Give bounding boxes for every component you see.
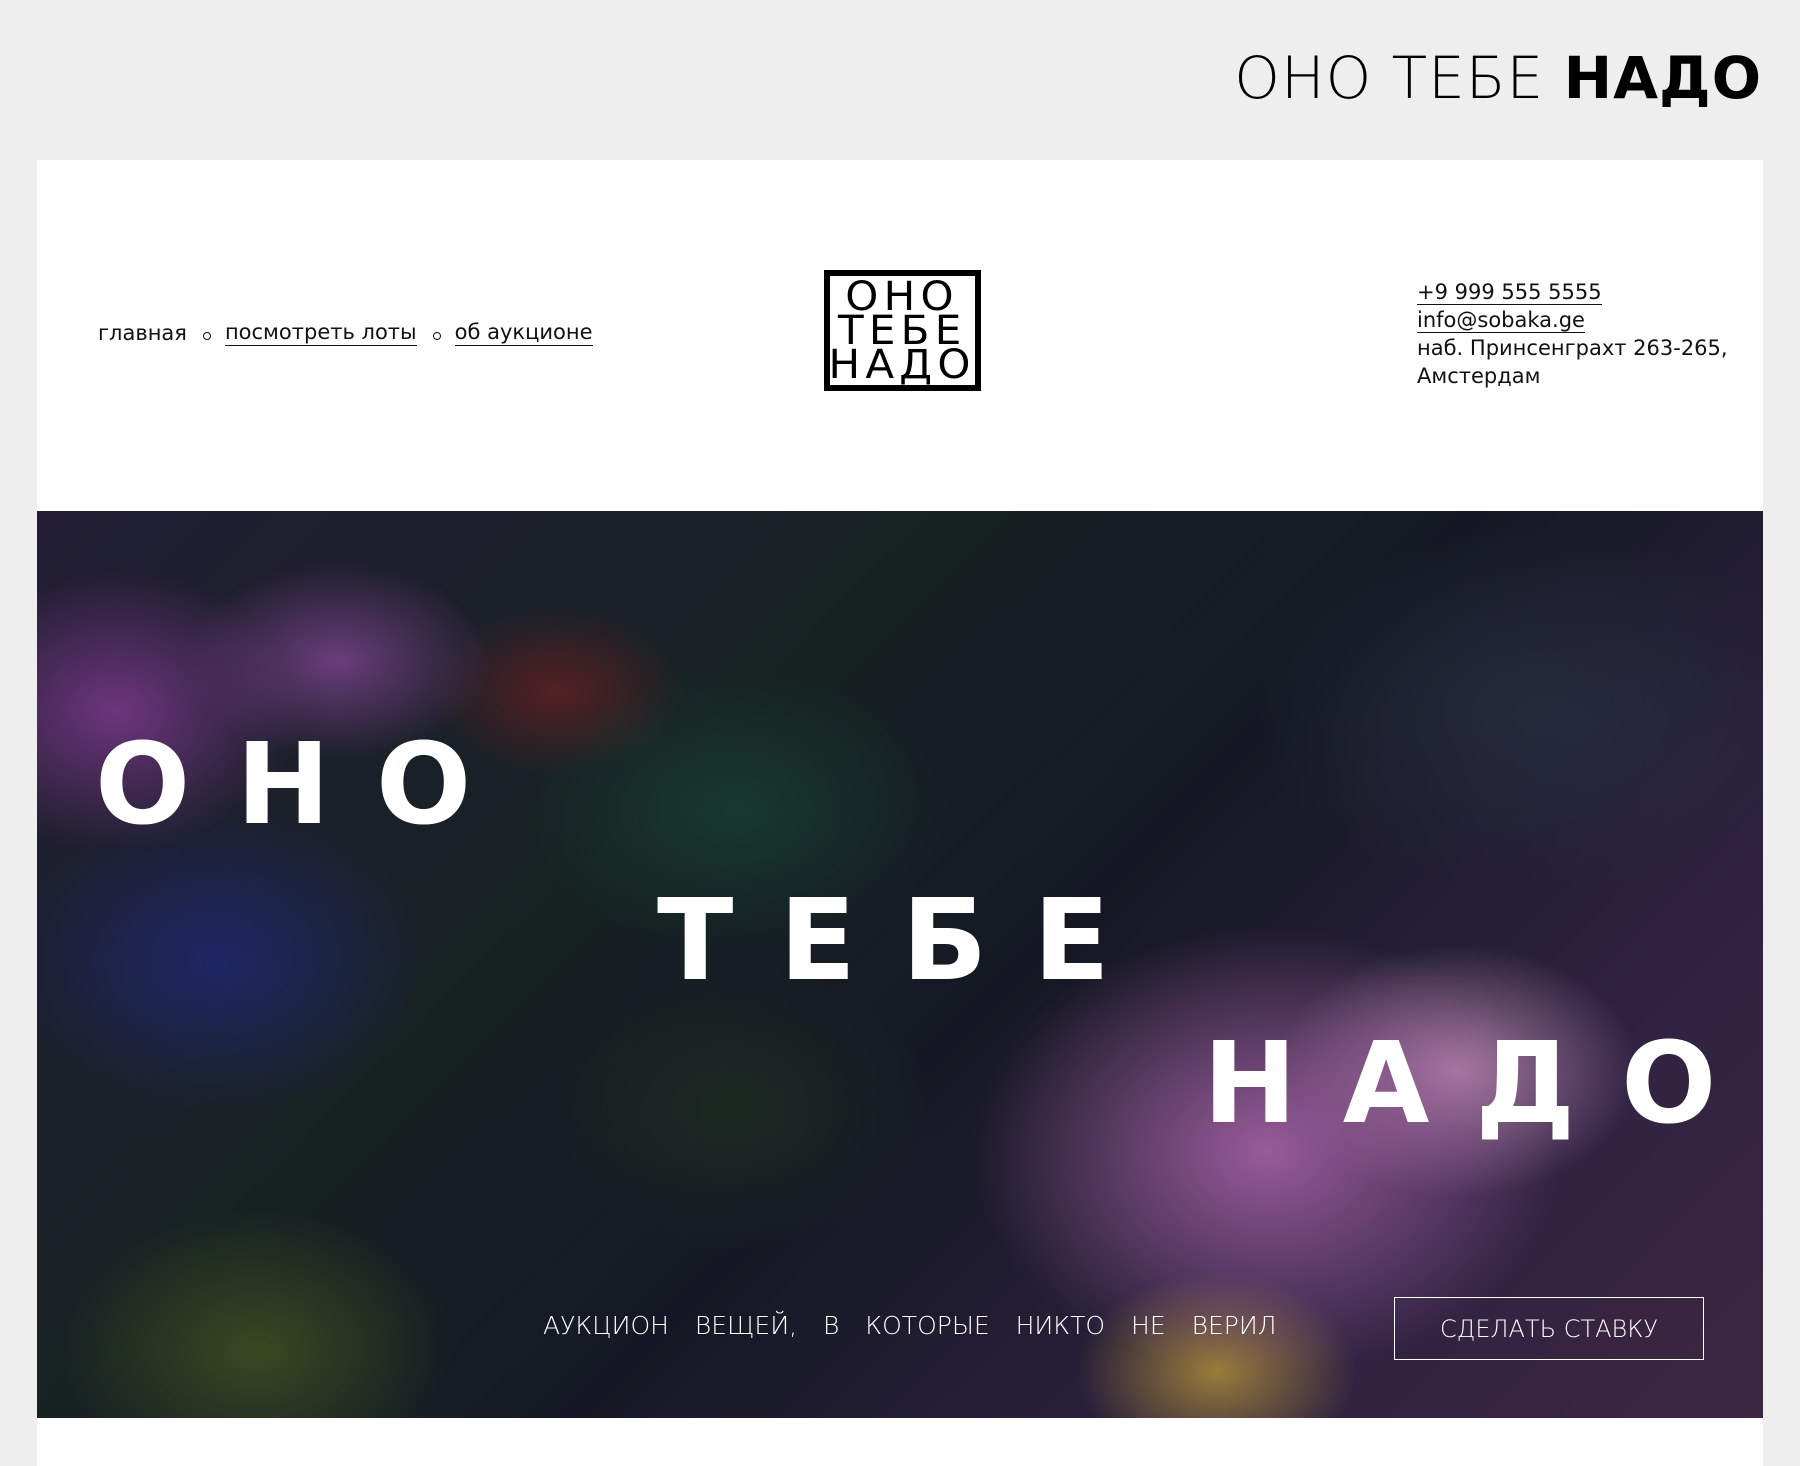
brand-title-bold: НАДО [1563,44,1762,112]
logo-line-3: НАДО [828,341,977,388]
hero-tagline: АУКЦИОН ВЕЩЕЙ, В КОТОРЫЕ НИКТО НЕ ВЕРИЛ [543,1311,1277,1340]
contacts-block: +9 999 555 5555 info@sobaka.ge наб. Прин… [1417,278,1728,390]
address-line-1: наб. Принсенграхт 263-265, [1417,336,1728,360]
brand-title-light: ОНО ТЕБЕ [1234,44,1545,112]
hero-word-3: НАДО [1203,1019,1763,1149]
nav-item-about[interactable]: об аукционе [454,320,593,346]
main-nav: главная посмотреть лоты об аукционе [98,320,593,346]
nav-item-lots[interactable]: посмотреть лоты [224,320,417,346]
nav-separator-dot [432,332,441,340]
hero-word-2: ТЕБЕ [657,876,1156,1006]
email-link[interactable]: info@sobaka.ge [1417,308,1585,333]
hero-banner: ОНО ТЕБЕ НАДО АУКЦИОН ВЕЩЕЙ, В КОТОРЫЕ Н… [37,511,1763,1418]
hero-word-1: ОНО [95,720,518,850]
site-logo[interactable]: ОНО ТЕБЕ НАДО [824,270,981,391]
address-line-2: Амстердам [1417,364,1541,388]
nav-separator-dot [202,332,211,340]
site-header: главная посмотреть лоты об аукционе ОНО … [37,160,1763,511]
nav-item-home[interactable]: главная [98,321,187,345]
place-bid-button[interactable]: СДЕЛАТЬ СТАВКУ [1394,1297,1704,1360]
site-card: главная посмотреть лоты об аукционе ОНО … [37,160,1763,1466]
phone-link[interactable]: +9 999 555 5555 [1417,280,1602,305]
page-brand-title: ОНО ТЕБЕ НАДО [1234,44,1762,112]
